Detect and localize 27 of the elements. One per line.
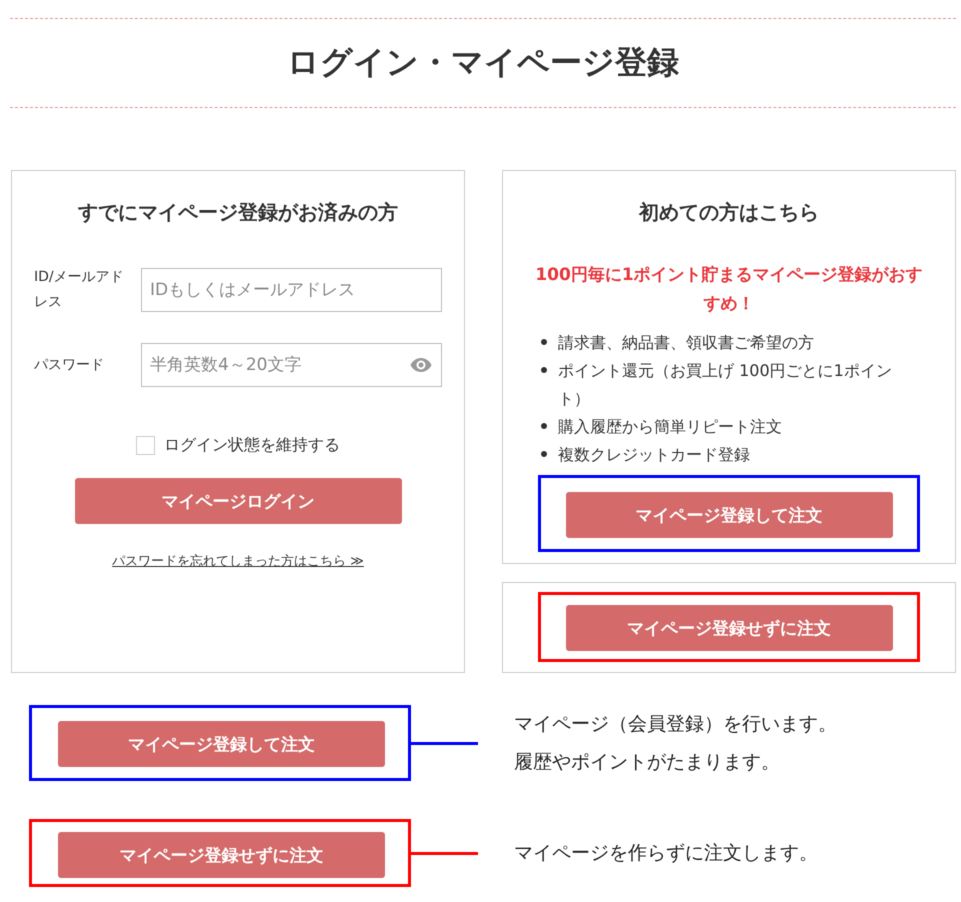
description-text: 履歴やポイントがたまります。 bbox=[514, 750, 781, 775]
description-text: マイページ（会員登録）を行います。 bbox=[514, 712, 837, 737]
checkbox[interactable] bbox=[136, 436, 155, 454]
page-title: ログイン・マイページ登録 bbox=[287, 42, 679, 83]
checkbox-label[interactable]: ログイン状態を維持する bbox=[164, 434, 340, 456]
card-title: すでにマイページ登録がお済みの方 bbox=[77, 199, 399, 226]
bullet-icon bbox=[541, 451, 547, 457]
bullet-icon bbox=[541, 339, 547, 345]
order-button[interactable]: マイページ登録せずに注文 bbox=[58, 832, 385, 878]
field-label: パスワード bbox=[34, 356, 105, 374]
input-field[interactable]: IDもしくはメールアドレス bbox=[141, 268, 442, 312]
forgot-password-link[interactable]: パスワードを忘れてしまった方はこちら ≫ bbox=[112, 552, 364, 570]
login-button[interactable]: マイページログイン bbox=[74, 478, 402, 524]
benefit-text: 請求書、納品書、領収書ご希望の方 bbox=[558, 332, 814, 354]
benefit-text: 購入履歴から簡単リピート注文 bbox=[558, 416, 782, 438]
field-label: ID/メールアドレス bbox=[34, 268, 125, 312]
bullet-icon bbox=[541, 367, 547, 373]
order-button[interactable]: マイページ登録して注文 bbox=[566, 492, 892, 538]
order-button[interactable]: マイページ登録せずに注文 bbox=[566, 605, 892, 651]
promo-text: 100円毎に1ポイント貯まるマイページ登録がおすすめ！ bbox=[534, 264, 924, 316]
benefit-text: ポイント還元（お買上げ 100円ごとに1ポイント） bbox=[558, 360, 893, 410]
description-text: マイページを作らずに注文します。 bbox=[514, 841, 818, 866]
bullet-icon bbox=[541, 423, 547, 429]
order-button[interactable]: マイページ登録して注文 bbox=[58, 721, 385, 767]
benefit-text: 複数クレジットカード登録 bbox=[558, 444, 750, 466]
password-field[interactable]: 半角英数4～20文字 bbox=[141, 343, 442, 387]
card-title: 初めての方はこちら bbox=[638, 199, 820, 226]
